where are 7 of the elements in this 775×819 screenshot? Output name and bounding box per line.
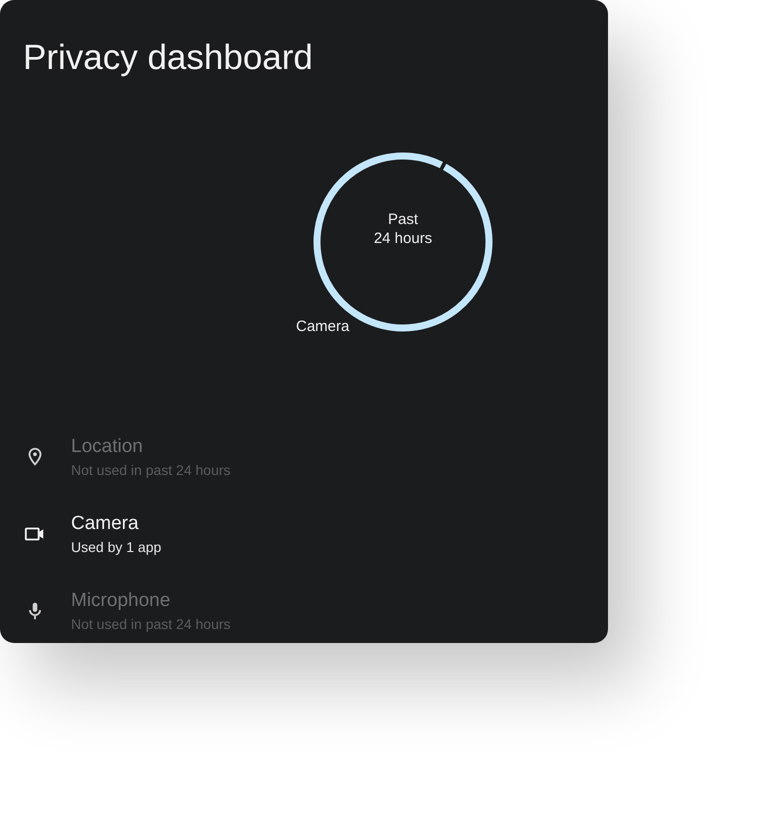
- permission-name[interactable]: Camera: [71, 513, 162, 535]
- ring-segment-label: Camera: [296, 318, 350, 335]
- ring-center-label: Past 24 hours: [372, 210, 434, 248]
- page-title: Privacy dashboard: [23, 37, 314, 79]
- permission-status: Not used in past 24 hours: [71, 462, 231, 478]
- permission-status: Used by 1 app: [71, 539, 162, 555]
- permission-status: Not used in past 24 hours: [71, 616, 231, 632]
